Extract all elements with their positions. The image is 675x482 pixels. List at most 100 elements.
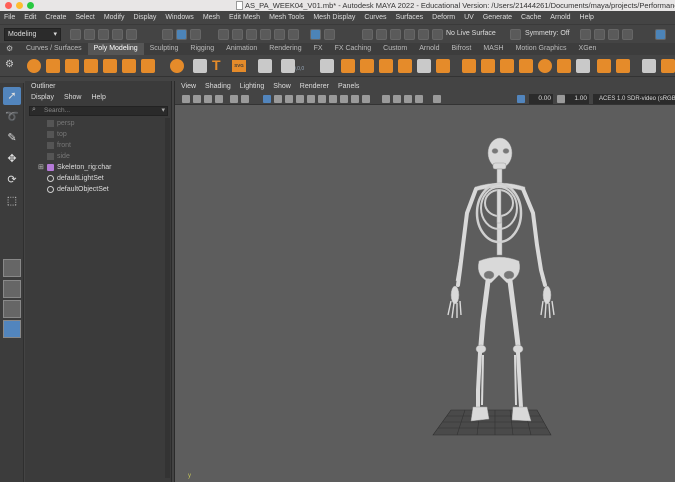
tab-rigging[interactable]: Rigging: [184, 43, 220, 55]
outliner-item-skeleton-rig[interactable]: ⊞ Skeleton_rig:char: [25, 162, 165, 173]
outliner-search-input[interactable]: ⌕ Search... ▾: [29, 106, 168, 116]
menu-mesh-display[interactable]: Mesh Display: [313, 14, 355, 21]
center-pivot-icon[interactable]: [281, 59, 295, 73]
tab-animation[interactable]: Animation: [220, 43, 263, 55]
xray-icon[interactable]: [393, 95, 401, 103]
poly-disc-icon[interactable]: [141, 59, 155, 73]
toggle-tool-settings-icon[interactable]: [608, 29, 619, 40]
toggle-modeling-toolkit-icon[interactable]: [655, 29, 666, 40]
arnold-render-icon[interactable]: [418, 29, 429, 40]
snap-view-plane-icon[interactable]: [260, 29, 271, 40]
four-view-layout-icon[interactable]: [3, 280, 21, 298]
outliner-persp-layout-icon[interactable]: [3, 320, 21, 338]
snap-point-icon[interactable]: [246, 29, 257, 40]
smooth-icon[interactable]: [398, 59, 412, 73]
live-surface-icon[interactable]: [432, 29, 443, 40]
shadows-icon[interactable]: [318, 95, 326, 103]
poly-cylinder-icon[interactable]: [65, 59, 79, 73]
gamma-icon[interactable]: [557, 95, 565, 103]
menu-generate[interactable]: Generate: [483, 14, 512, 21]
lasso-tool-button[interactable]: ➰: [3, 108, 21, 126]
menu-mesh-tools[interactable]: Mesh Tools: [269, 14, 304, 21]
tab-xgen[interactable]: XGen: [573, 43, 603, 55]
multi-cut-icon[interactable]: [597, 59, 611, 73]
edge-flow-icon[interactable]: [661, 59, 675, 73]
tab-curves-surfaces[interactable]: Curves / Surfaces: [20, 43, 88, 55]
viewport-menu-panels[interactable]: Panels: [338, 81, 359, 93]
redo-icon[interactable]: [126, 29, 137, 40]
menu-modify[interactable]: Modify: [104, 14, 125, 21]
menu-curves[interactable]: Curves: [364, 14, 386, 21]
tab-rendering[interactable]: Rendering: [263, 43, 307, 55]
render-frame-icon[interactable]: [362, 29, 373, 40]
select-hierarchy-icon[interactable]: [162, 29, 173, 40]
view-transform-select[interactable]: ACES 1.0 SDR-video (sRGB): [593, 94, 675, 104]
fill-hole-icon[interactable]: [538, 59, 552, 73]
color-management-icon[interactable]: [517, 95, 525, 103]
outliner-menu-show[interactable]: Show: [64, 92, 82, 104]
zoom-window-button[interactable]: [27, 2, 34, 9]
extrude-icon[interactable]: [462, 59, 476, 73]
reduce-icon[interactable]: [417, 59, 431, 73]
menu-cache[interactable]: Cache: [521, 14, 541, 21]
toggle-attribute-editor-icon[interactable]: [594, 29, 605, 40]
minimize-window-button[interactable]: [16, 2, 23, 9]
gamma-field[interactable]: 1.00: [565, 94, 589, 104]
exposure-icon[interactable]: [433, 95, 441, 103]
bridge-icon[interactable]: [481, 59, 495, 73]
combine-icon[interactable]: [320, 59, 334, 73]
menu-deform[interactable]: Deform: [432, 14, 455, 21]
poly-sphere-icon[interactable]: [27, 59, 41, 73]
menu-uv[interactable]: UV: [464, 14, 474, 21]
screen-space-ao-icon[interactable]: [329, 95, 337, 103]
wedge-icon[interactable]: [576, 59, 590, 73]
viewport-menu-renderer[interactable]: Renderer: [300, 81, 329, 93]
viewport-menu-lighting[interactable]: Lighting: [240, 81, 265, 93]
menu-file[interactable]: File: [4, 14, 15, 21]
tab-custom[interactable]: Custom: [377, 43, 413, 55]
menu-edit-mesh[interactable]: Edit Mesh: [229, 14, 260, 21]
symmetry-icon[interactable]: [510, 29, 521, 40]
tab-fx[interactable]: FX: [308, 43, 329, 55]
select-object-icon[interactable]: [176, 29, 187, 40]
textured-icon[interactable]: [296, 95, 304, 103]
poly-plane-icon[interactable]: [122, 59, 136, 73]
select-camera-icon[interactable]: [182, 95, 190, 103]
save-scene-icon[interactable]: [98, 29, 109, 40]
select-tool-button[interactable]: ➚: [3, 87, 21, 105]
menu-arnold[interactable]: Arnold: [550, 14, 570, 21]
paint-select-tool-button[interactable]: ✎: [3, 129, 21, 147]
outliner-scrollbar[interactable]: [165, 118, 170, 478]
measure-tool-icon[interactable]: [258, 59, 272, 73]
depth-of-field-icon[interactable]: [362, 95, 370, 103]
render-settings-icon[interactable]: [390, 29, 401, 40]
sign-in-icon[interactable]: [580, 29, 591, 40]
toggle-channel-box-icon[interactable]: [622, 29, 633, 40]
bevel-icon[interactable]: [500, 59, 514, 73]
viewport-menu-show[interactable]: Show: [273, 81, 291, 93]
tab-poly-modeling[interactable]: Poly Modeling: [87, 43, 144, 55]
mirror-icon[interactable]: [436, 59, 450, 73]
render-view-icon[interactable]: [324, 29, 335, 40]
snap-curve-icon[interactable]: [232, 29, 243, 40]
quad-draw-icon[interactable]: [642, 59, 656, 73]
persp-outliner-layout-icon[interactable]: [3, 300, 21, 318]
single-perspective-layout-icon[interactable]: [3, 259, 21, 277]
isolate-select-icon[interactable]: [382, 95, 390, 103]
ipr-render-icon[interactable]: [376, 29, 387, 40]
platonic-solid-icon[interactable]: [170, 59, 184, 73]
bookmarks-icon[interactable]: [204, 95, 212, 103]
tab-arnold[interactable]: Arnold: [413, 43, 445, 55]
wireframe-icon[interactable]: [263, 95, 271, 103]
outliner-menu-help[interactable]: Help: [91, 92, 105, 104]
tab-motion-graphics[interactable]: Motion Graphics: [510, 43, 573, 55]
outliner-item-front[interactable]: front: [25, 140, 165, 151]
open-scene-icon[interactable]: [84, 29, 95, 40]
menu-surfaces[interactable]: Surfaces: [396, 14, 424, 21]
close-window-button[interactable]: [5, 2, 12, 9]
menu-help[interactable]: Help: [580, 14, 594, 21]
shelf-settings-icon[interactable]: ⚙: [5, 59, 17, 73]
hypershade-icon[interactable]: [404, 29, 415, 40]
film-gate-icon[interactable]: [241, 95, 249, 103]
snap-live-icon[interactable]: [274, 29, 285, 40]
